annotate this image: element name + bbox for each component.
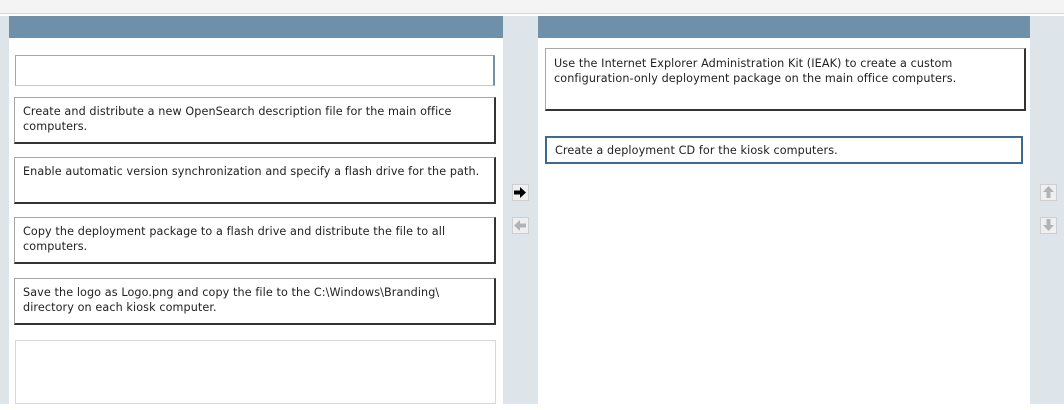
left-arrow-icon — [514, 220, 526, 231]
top-strip — [0, 0, 1064, 14]
left-gutter — [0, 16, 9, 404]
answer-item[interactable]: Use the Internet Explorer Administration… — [545, 48, 1026, 111]
list-item[interactable]: Save the logo as Logo.png and copy the f… — [14, 278, 496, 325]
right-panel-header — [538, 16, 1030, 38]
answer-item-selected[interactable]: Create a deployment CD for the kiosk com… — [545, 136, 1023, 164]
list-item[interactable]: Copy the deployment package to a flash d… — [14, 217, 496, 264]
list-item[interactable]: Enable automatic version synchronization… — [14, 157, 496, 204]
move-left-button[interactable] — [512, 217, 529, 234]
down-arrow-icon — [1043, 219, 1054, 231]
empty-drop-slot[interactable] — [15, 55, 495, 86]
move-down-button[interactable] — [1040, 217, 1057, 234]
up-arrow-icon — [1043, 186, 1054, 198]
left-panel-header — [9, 16, 503, 38]
move-right-button[interactable] — [512, 184, 529, 201]
middle-gutter — [503, 16, 538, 404]
list-item[interactable]: Create and distribute a new OpenSearch d… — [14, 97, 496, 144]
right-gutter — [1030, 16, 1064, 404]
move-up-button[interactable] — [1040, 184, 1057, 201]
right-arrow-icon — [514, 187, 526, 198]
empty-drop-slot[interactable] — [15, 340, 496, 404]
